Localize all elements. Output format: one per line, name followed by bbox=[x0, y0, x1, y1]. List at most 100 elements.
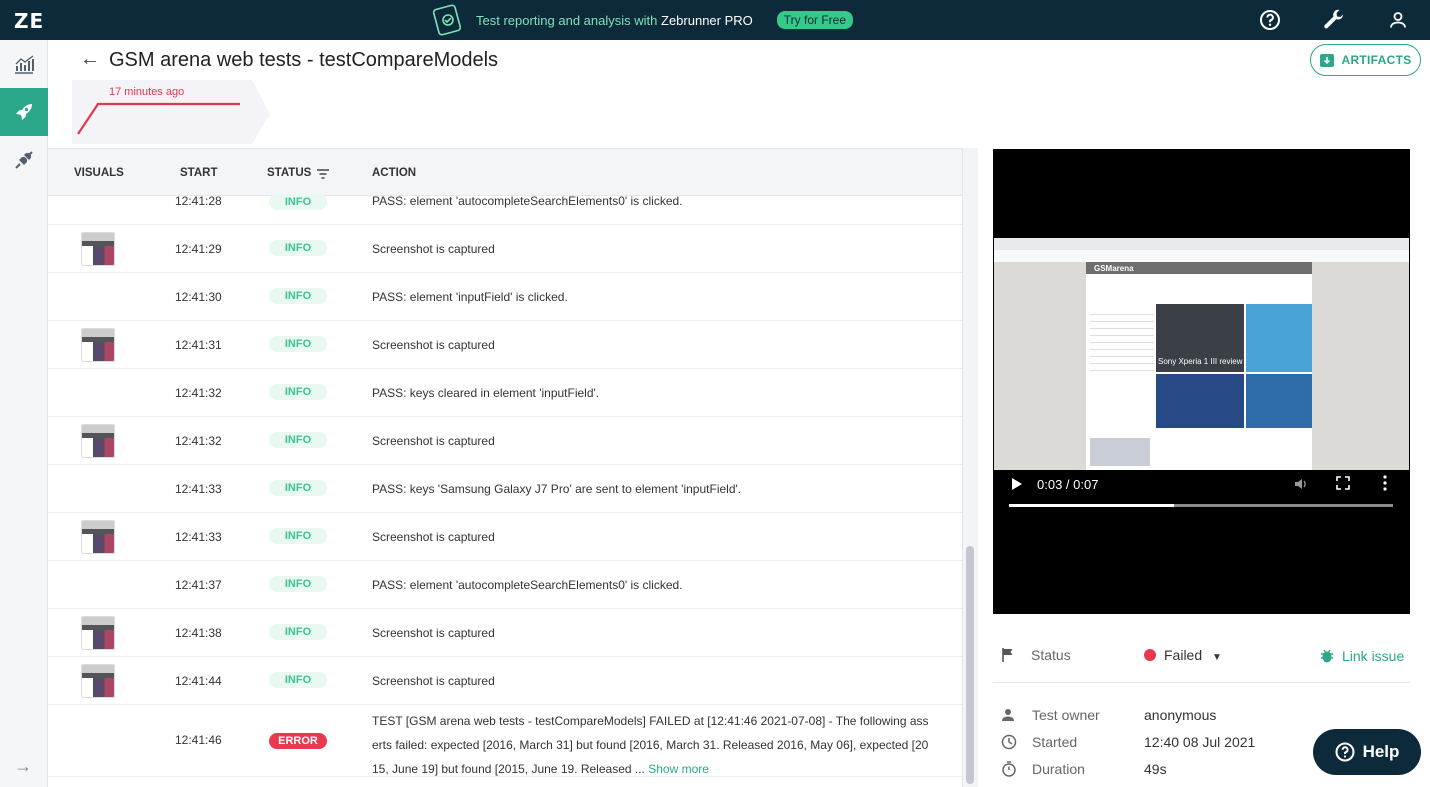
back-arrow-icon[interactable]: ← bbox=[80, 48, 100, 71]
filter-icon[interactable] bbox=[317, 169, 329, 179]
user-icon[interactable] bbox=[1366, 0, 1430, 40]
log-row: 12:41:30 INFO PASS: element 'inputField' i… bbox=[48, 273, 962, 321]
log-row: 12:41:38 INFO Screenshot is captured bbox=[48, 609, 962, 657]
gsmarena-logo: GSMarena bbox=[1094, 264, 1134, 273]
promo-banner: Test reporting and analysis with Zebrunn… bbox=[430, 0, 853, 40]
log-action-text: PASS: keys 'Samsung Galaxy J7 Pro' are s… bbox=[372, 482, 742, 496]
status-label: Status bbox=[1031, 647, 1071, 663]
video-progress-fill bbox=[1009, 504, 1175, 507]
failed-status-dot bbox=[1144, 649, 1156, 661]
log-action-text: Screenshot is captured bbox=[372, 674, 495, 688]
duration-value: 49s bbox=[1144, 761, 1167, 777]
help-label: Help bbox=[1362, 742, 1400, 761]
top-bar: ZE Test reporting and analysis with Zebr… bbox=[0, 0, 1430, 40]
status-badge: INFO bbox=[269, 624, 327, 640]
link-issue-button[interactable]: Link issue bbox=[1320, 648, 1404, 664]
log-row: 12:41:29 INFO Screenshot is captured bbox=[48, 225, 962, 273]
log-start-time: 12:41:33 bbox=[175, 530, 222, 544]
nav-integrations[interactable] bbox=[0, 136, 48, 184]
log-row: 12:41:33 INFO Screenshot is captured bbox=[48, 513, 962, 561]
status-value: Failed bbox=[1164, 647, 1203, 663]
log-action-text: PASS: keys cleared in element 'inputFiel… bbox=[372, 386, 600, 400]
started-value: 12:40 08 Jul 2021 bbox=[1144, 734, 1256, 750]
nav-dashboards[interactable] bbox=[0, 40, 48, 88]
log-start-time: 12:41:28 bbox=[175, 194, 222, 208]
nav-test-runs[interactable] bbox=[0, 88, 48, 136]
help-button[interactable]: Help bbox=[1313, 729, 1421, 775]
test-log-table: VISUALS START STATUS ACTION 12:41:28 INFO… bbox=[48, 148, 962, 787]
log-row: 12:41:31 INFO Screenshot is captured bbox=[48, 321, 962, 369]
screenshot-thumbnail[interactable] bbox=[81, 328, 115, 362]
col-start[interactable]: START bbox=[180, 167, 217, 179]
log-start-time: 12:41:32 bbox=[175, 386, 222, 400]
owner-value: anonymous bbox=[1144, 707, 1217, 723]
col-status[interactable]: STATUS bbox=[267, 167, 311, 179]
log-action-text: Screenshot is captured bbox=[372, 338, 495, 352]
show-more-link[interactable]: Show more bbox=[648, 762, 709, 776]
log-start-time: 12:41:38 bbox=[175, 626, 222, 640]
log-action-text: Screenshot is captured bbox=[372, 626, 495, 640]
more-vertical-icon[interactable] bbox=[1383, 475, 1387, 491]
plug-icon bbox=[15, 151, 33, 169]
side-navigation: → bbox=[0, 40, 48, 787]
zebrunner-logo[interactable]: ZE bbox=[14, 9, 44, 33]
status-badge: INFO bbox=[269, 194, 327, 210]
log-row: 12:41:32 INFO Screenshot is captured bbox=[48, 417, 962, 465]
caret-down-icon: ▼ bbox=[1212, 652, 1222, 663]
log-start-time: 12:41:31 bbox=[175, 338, 222, 352]
status-badge: INFO bbox=[269, 288, 327, 304]
status-badge: INFO bbox=[269, 336, 327, 352]
artifacts-button[interactable]: ARTIFACTS bbox=[1310, 44, 1421, 76]
promo-text: Test reporting and analysis with Zebrunn… bbox=[476, 12, 753, 28]
log-row: 12:41:33 INFO PASS: keys 'Samsung Galaxy J… bbox=[48, 465, 962, 513]
status-badge: INFO bbox=[269, 480, 327, 496]
status-row: Status Failed ▼ bbox=[1001, 647, 1222, 663]
log-action-text: Screenshot is captured bbox=[372, 242, 495, 256]
expand-nav-arrow-icon[interactable]: → bbox=[14, 756, 32, 777]
log-action-text: Screenshot is captured bbox=[372, 434, 495, 448]
log-start-time: 12:41:29 bbox=[175, 242, 222, 256]
status-badge: INFO bbox=[269, 576, 327, 592]
screenshot-thumbnail[interactable] bbox=[81, 616, 115, 650]
status-badge: INFO bbox=[269, 528, 327, 544]
log-start-time: 12:41:44 bbox=[175, 674, 222, 688]
log-row: 12:41:32 INFO PASS: keys cleared in elemen… bbox=[48, 369, 962, 417]
log-start-time: 12:41:30 bbox=[175, 290, 222, 304]
duration-label: Duration bbox=[1032, 761, 1085, 777]
owner-row: Test owner anonymous bbox=[1001, 707, 1216, 723]
status-dropdown[interactable]: Failed ▼ bbox=[1144, 647, 1222, 663]
volume-icon[interactable] bbox=[1293, 476, 1309, 492]
time-ago-label: 17 minutes ago bbox=[109, 86, 185, 98]
video-time: 0:03 / 0:07 bbox=[1037, 477, 1099, 492]
try-for-free-button[interactable]: Try for Free bbox=[776, 11, 853, 29]
bug-icon bbox=[1321, 649, 1333, 663]
screenshot-thumbnail[interactable] bbox=[81, 664, 115, 698]
help-question-icon bbox=[1335, 742, 1355, 762]
artifacts-box-icon bbox=[1320, 54, 1335, 67]
log-start-time: 12:41:32 bbox=[175, 434, 222, 448]
log-table-header: VISUALS START STATUS ACTION bbox=[48, 149, 962, 196]
play-icon[interactable] bbox=[1011, 477, 1023, 491]
log-start-time: 12:41:46 bbox=[175, 733, 222, 747]
fullscreen-icon[interactable] bbox=[1336, 476, 1350, 490]
log-action-text: PASS: element 'inputField' is clicked. bbox=[372, 290, 568, 304]
error-status-badge: ERROR bbox=[269, 733, 327, 749]
screenshot-thumbnail[interactable] bbox=[81, 424, 115, 458]
screenshot-caption: Sony Xperia 1 III review bbox=[1158, 357, 1243, 366]
page-title: GSM arena web tests - testCompareModels bbox=[109, 49, 499, 71]
col-visuals: VISUALS bbox=[74, 167, 124, 179]
log-scrollbar-thumb[interactable] bbox=[966, 546, 974, 784]
log-row: 12:41:28 INFO PASS: element 'autocompleteS… bbox=[48, 194, 962, 225]
status-badge: INFO bbox=[269, 432, 327, 448]
log-row: 12:41:44 INFO Screenshot is captured bbox=[48, 657, 962, 705]
clock-icon bbox=[1001, 734, 1017, 750]
owner-label: Test owner bbox=[1032, 707, 1100, 723]
screenshot-thumbnail[interactable] bbox=[81, 520, 115, 554]
artifacts-label: ARTIFACTS bbox=[1341, 53, 1412, 67]
test-video-player[interactable]: GSMarena Sony Xperia 1 III review 0:03 /… bbox=[993, 149, 1410, 614]
log-action-text: PASS: element 'autocompleteSearchElement… bbox=[372, 194, 683, 208]
help-circle-icon[interactable] bbox=[1238, 0, 1302, 40]
screenshot-thumbnail[interactable] bbox=[81, 232, 115, 266]
wrench-icon[interactable] bbox=[1302, 0, 1366, 40]
col-action: ACTION bbox=[372, 167, 417, 179]
